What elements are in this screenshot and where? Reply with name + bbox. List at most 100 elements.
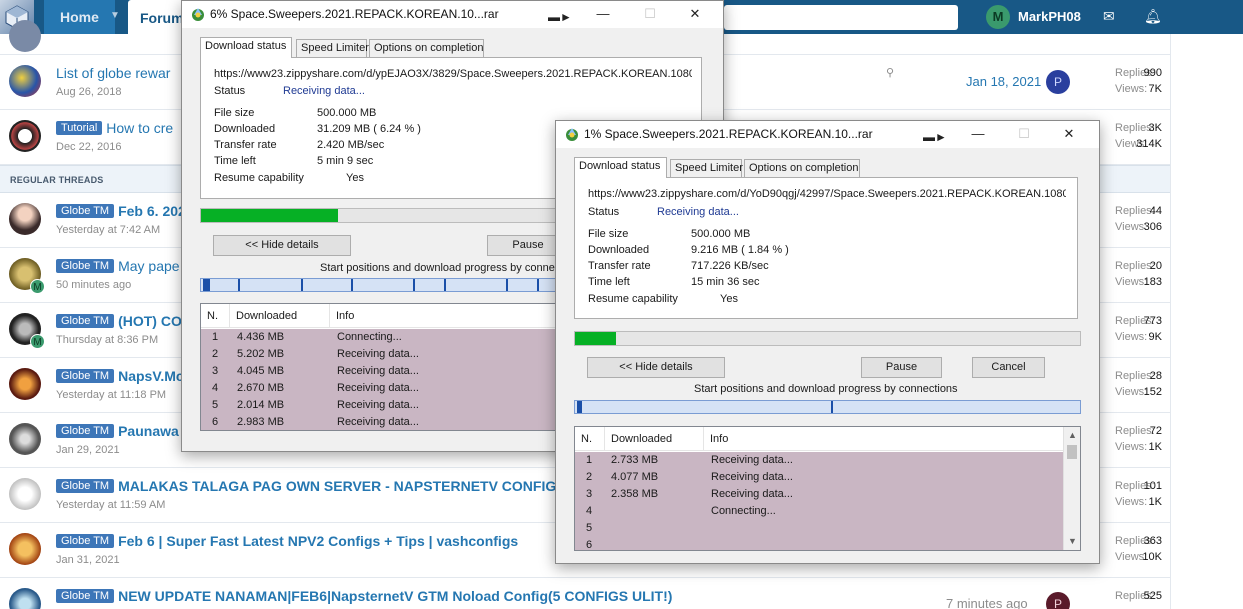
last-poster-avatar[interactable]: P [1046,70,1070,94]
row-number: 5 [212,399,219,411]
thread-row[interactable]: Globe TM NEW UPDATE NANAMAN|FEB6|Napstern… [0,578,1170,609]
column-header-downloaded[interactable]: Downloaded [230,304,330,328]
replies-count: 990 [1143,67,1162,79]
maximize-button[interactable]: ☐ [1009,123,1039,145]
downloaded-label: Downloaded [214,123,276,135]
table-row[interactable]: 5 [575,520,1063,537]
close-button[interactable]: ✕ [1054,123,1084,145]
thread-title[interactable]: NapsV.Mc [118,368,184,384]
row-number: 4 [212,382,219,394]
replies-count: 525 [1143,590,1162,602]
last-poster-avatar[interactable]: P [1046,592,1070,609]
replies-count: 28 [1149,370,1162,382]
thread-title[interactable]: Feb 6 | Super Fast Latest NPV2 Configs +… [118,533,518,549]
tab-download-status[interactable]: Download status [574,157,667,178]
row-info: Receiving data... [711,471,793,483]
column-header-downloaded[interactable]: Downloaded [605,427,704,451]
thread-title[interactable]: Paunawa [118,423,179,439]
inbox-icon[interactable]: ✉ [1103,8,1115,25]
thread-title[interactable]: MALAKAS TALAGA PAG OWN SERVER - NAPSTERN… [118,478,566,494]
tab-options-on-completion[interactable]: Options on completion [369,39,484,57]
thread-title[interactable]: May pape [118,258,179,274]
views-count: 306 [1143,221,1162,233]
table-row[interactable]: 1 2.733 MB Receiving data... [575,452,1063,469]
avatar[interactable] [9,533,41,565]
chevron-down-icon[interactable]: ▼ [110,10,120,21]
table-row[interactable]: 4 Connecting... [575,503,1063,520]
column-header-n[interactable]: N. [575,427,605,451]
tab-speed-limiter[interactable]: Speed Limiter [296,39,369,57]
last-post-date[interactable]: 7 minutes ago [946,596,1028,609]
thread-date: Yesterday at 7:42 AM [56,224,161,236]
cancel-button[interactable]: Cancel [972,357,1045,378]
download-url: https://www23.zippyshare.com/d/YoD90qgj/… [588,188,1066,200]
scroll-thumb[interactable] [1067,445,1077,459]
row-info: Connecting... [711,505,776,517]
avatar[interactable] [9,368,41,400]
transfer-rate-value: 2.420 MB/sec [317,139,385,151]
avatar[interactable] [9,20,41,52]
avatar[interactable] [9,423,41,455]
thread-prefix[interactable]: Globe TM [56,204,115,218]
avatar[interactable]: M [9,313,45,349]
resume-capability-value: Yes [346,172,364,184]
thread-prefix[interactable]: Globe TM [56,369,115,383]
close-button[interactable]: ✕ [680,3,710,25]
thread-title[interactable]: List of globe rewar [56,65,170,81]
avatar[interactable] [9,588,41,609]
avatar[interactable]: M [9,258,45,294]
row-downloaded: 4.045 MB [237,365,285,377]
hide-details-button[interactable]: << Hide details [213,235,351,256]
table-row[interactable]: 6 [575,537,1063,550]
search-input[interactable] [724,5,958,30]
minimize-button[interactable]: — [588,3,618,25]
connections-list[interactable]: N. Downloaded Info 1 2.733 MB Receiving da… [574,426,1081,551]
avatar[interactable] [9,65,41,97]
thread-title[interactable]: (HOT) CO [118,313,182,329]
maximize-button[interactable]: ☐ [635,3,665,25]
thread-title[interactable]: Feb 6. 202 [118,203,186,219]
table-row[interactable]: 3 2.358 MB Receiving data... [575,486,1063,503]
thread-prefix[interactable]: Globe TM [56,259,115,273]
username[interactable]: MarkPH08 [1018,9,1081,24]
avatar[interactable] [9,203,41,235]
avatar[interactable]: M [986,5,1010,29]
downloaded-label: Downloaded [588,244,650,256]
tab-download-status[interactable]: Download status [200,37,292,58]
resume-capability-label: Resume capability [588,293,678,305]
file-size-value: 500.000 MB [691,228,751,240]
pause-button[interactable]: Pause [861,357,942,378]
scroll-up-icon[interactable]: ▲ [1064,427,1080,444]
tab-options-on-completion[interactable]: Options on completion [744,159,860,177]
title-bar[interactable]: 6% Space.Sweepers.2021.REPACK.KOREAN.10.… [182,1,723,28]
avatar-badge: M [30,334,45,349]
thread-prefix[interactable]: Globe TM [56,589,115,603]
title-bar[interactable]: 1% Space.Sweepers.2021.REPACK.KOREAN.10.… [556,121,1099,148]
status-value: Receiving data... [283,85,365,97]
thread-title[interactable]: NEW UPDATE NANAMAN|FEB6|NapsternetV GTM … [118,588,672,604]
minimize-button[interactable]: — [963,123,993,145]
avatar[interactable] [9,120,41,152]
avatar[interactable] [9,478,41,510]
hide-details-button[interactable]: << Hide details [587,357,725,378]
thread-prefix[interactable]: Tutorial [56,121,103,135]
column-header-info[interactable]: Info [704,427,1064,451]
thread-prefix[interactable]: Globe TM [56,424,115,438]
thread-title[interactable]: How to cre [106,120,173,136]
scroll-down-icon[interactable]: ▼ [1064,533,1080,550]
last-post-date[interactable]: Jan 18, 2021 [966,74,1041,89]
views-count: 7K [1148,83,1162,95]
row-downloaded: 2.733 MB [611,454,659,466]
list-scrollbar[interactable]: ▲ ▼ [1063,427,1080,550]
row-downloaded: 2.670 MB [237,382,285,394]
bell-icon[interactable]: 🔔︎ [1144,8,1162,25]
column-header-n[interactable]: N. [201,304,230,328]
thread-prefix[interactable]: Globe TM [56,314,115,328]
nav-home[interactable]: Home [44,0,115,34]
window-title: 6% Space.Sweepers.2021.REPACK.KOREAN.10.… [210,7,499,21]
tab-speed-limiter[interactable]: Speed Limiter [670,159,743,177]
thread-prefix[interactable]: Globe TM [56,479,115,493]
replies-count: 101 [1143,480,1162,492]
table-row[interactable]: 2 4.077 MB Receiving data... [575,469,1063,486]
thread-prefix[interactable]: Globe TM [56,534,115,548]
